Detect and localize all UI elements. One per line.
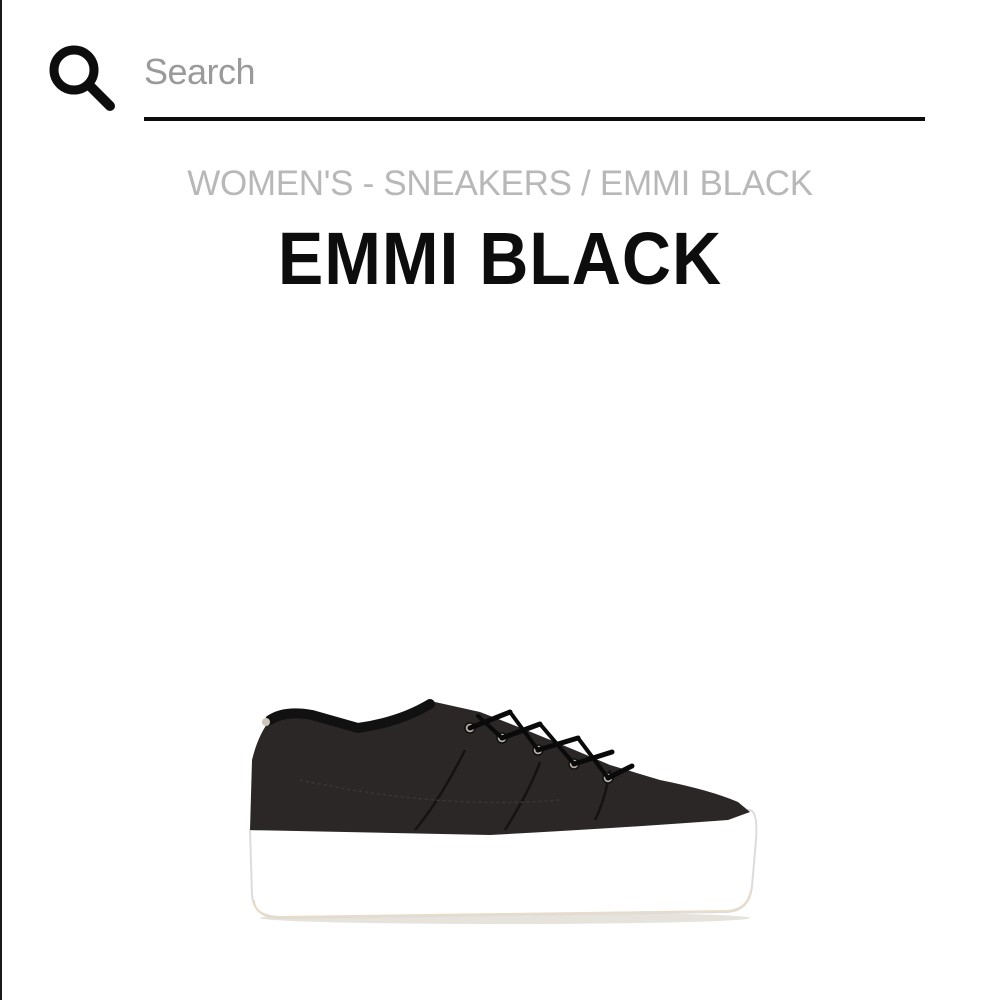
page-title: EMMI BLACK bbox=[277, 217, 723, 300]
breadcrumb-separator: - bbox=[353, 164, 384, 203]
breadcrumb-item-current: EMMI BLACK bbox=[599, 164, 813, 203]
breadcrumb-item-womens[interactable]: WOMEN'S bbox=[187, 164, 353, 203]
product-image[interactable] bbox=[240, 690, 765, 930]
search-input[interactable] bbox=[144, 46, 924, 98]
breadcrumb-item-sneakers[interactable]: SNEAKERS bbox=[383, 164, 572, 203]
breadcrumb-separator: / bbox=[571, 164, 600, 203]
search-underline bbox=[144, 117, 925, 121]
left-edge-border bbox=[0, 0, 2, 1000]
search-bar bbox=[0, 0, 1000, 130]
search-icon[interactable] bbox=[46, 42, 118, 114]
breadcrumb: WOMEN'S - SNEAKERS / EMMI BLACK bbox=[0, 164, 1000, 204]
